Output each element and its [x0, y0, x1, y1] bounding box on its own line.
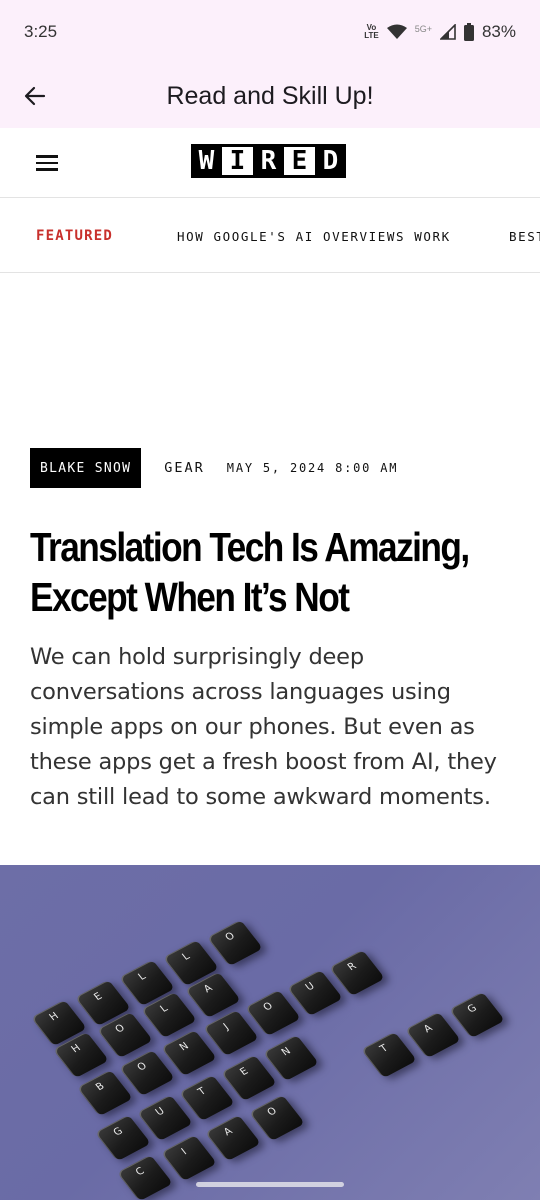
app-title: Read and Skill Up!: [166, 81, 374, 110]
logo-letter: I: [222, 144, 253, 178]
logo-letter: R: [253, 144, 284, 178]
topic-nav: FEATURED HOW GOOGLE'S AI OVERVIEWS WORK …: [0, 199, 540, 273]
keycap: U: [286, 969, 344, 1017]
keycap: C: [116, 1154, 174, 1200]
keycap: G: [94, 1114, 152, 1162]
author-badge[interactable]: BLAKE SNOW: [30, 448, 142, 488]
nav-item-google-ai-overviews[interactable]: HOW GOOGLE'S AI OVERVIEWS WORK: [177, 229, 451, 244]
home-indicator[interactable]: [196, 1182, 344, 1187]
keycap: T: [178, 1074, 236, 1122]
keycap: N: [160, 1029, 218, 1077]
battery-icon: [463, 23, 474, 41]
hamburger-menu-button[interactable]: [36, 150, 64, 176]
keycap: E: [220, 1054, 278, 1102]
keycap: O: [244, 989, 302, 1037]
status-bar: 3:25 Vo LTE 5G+ 83%: [0, 0, 540, 64]
volte-icon: Vo LTE: [364, 23, 379, 40]
app-bar: Read and Skill Up!: [0, 64, 540, 128]
arrow-back-icon: [24, 86, 46, 106]
network-type: 5G+: [414, 24, 432, 34]
keycap: J: [202, 1009, 260, 1057]
publish-date: MAY 5, 2024 8:00 AM: [226, 461, 399, 475]
signal-icon: [439, 24, 456, 40]
logo-letter: E: [284, 144, 315, 178]
wired-logo[interactable]: W I R E D: [191, 144, 346, 178]
article-meta: BLAKE SNOW GEAR MAY 5, 2024 8:00 AM: [30, 448, 398, 488]
status-time: 3:25: [24, 22, 58, 41]
keycap: A: [204, 1114, 262, 1162]
menu-bar: [36, 155, 58, 158]
status-icons: Vo LTE 5G+ 83%: [364, 22, 516, 42]
battery-percent: 83%: [481, 22, 516, 41]
keycap: R: [328, 949, 386, 997]
keycap: N: [262, 1034, 320, 1082]
category-link[interactable]: GEAR: [164, 460, 205, 476]
keycap: B: [76, 1069, 134, 1117]
keycap: O: [206, 919, 264, 967]
keycap: O: [118, 1049, 176, 1097]
wifi-icon: [386, 24, 407, 39]
article-headline: Translation Tech Is Amazing, Except When…: [30, 524, 470, 620]
nav-item-featured[interactable]: FEATURED: [36, 228, 113, 244]
keycap: A: [404, 1011, 462, 1059]
site-header: W I R E D: [0, 128, 540, 198]
article-dek: We can hold surprisingly deep conversati…: [30, 644, 497, 810]
logo-letter: D: [315, 144, 346, 178]
logo-letter: W: [191, 144, 222, 178]
keycap: G: [448, 991, 506, 1039]
keycap: O: [248, 1094, 306, 1142]
keycap: T: [360, 1031, 418, 1079]
back-button[interactable]: [0, 64, 70, 128]
hero-image: HELLOHOLABONJOURGUTENTAGCIAO: [0, 865, 540, 1200]
menu-bar: [36, 161, 58, 165]
keycap: I: [160, 1134, 218, 1182]
menu-bar: [36, 168, 58, 171]
nav-item-best[interactable]: BEST: [509, 229, 540, 244]
keycap: U: [136, 1094, 194, 1142]
